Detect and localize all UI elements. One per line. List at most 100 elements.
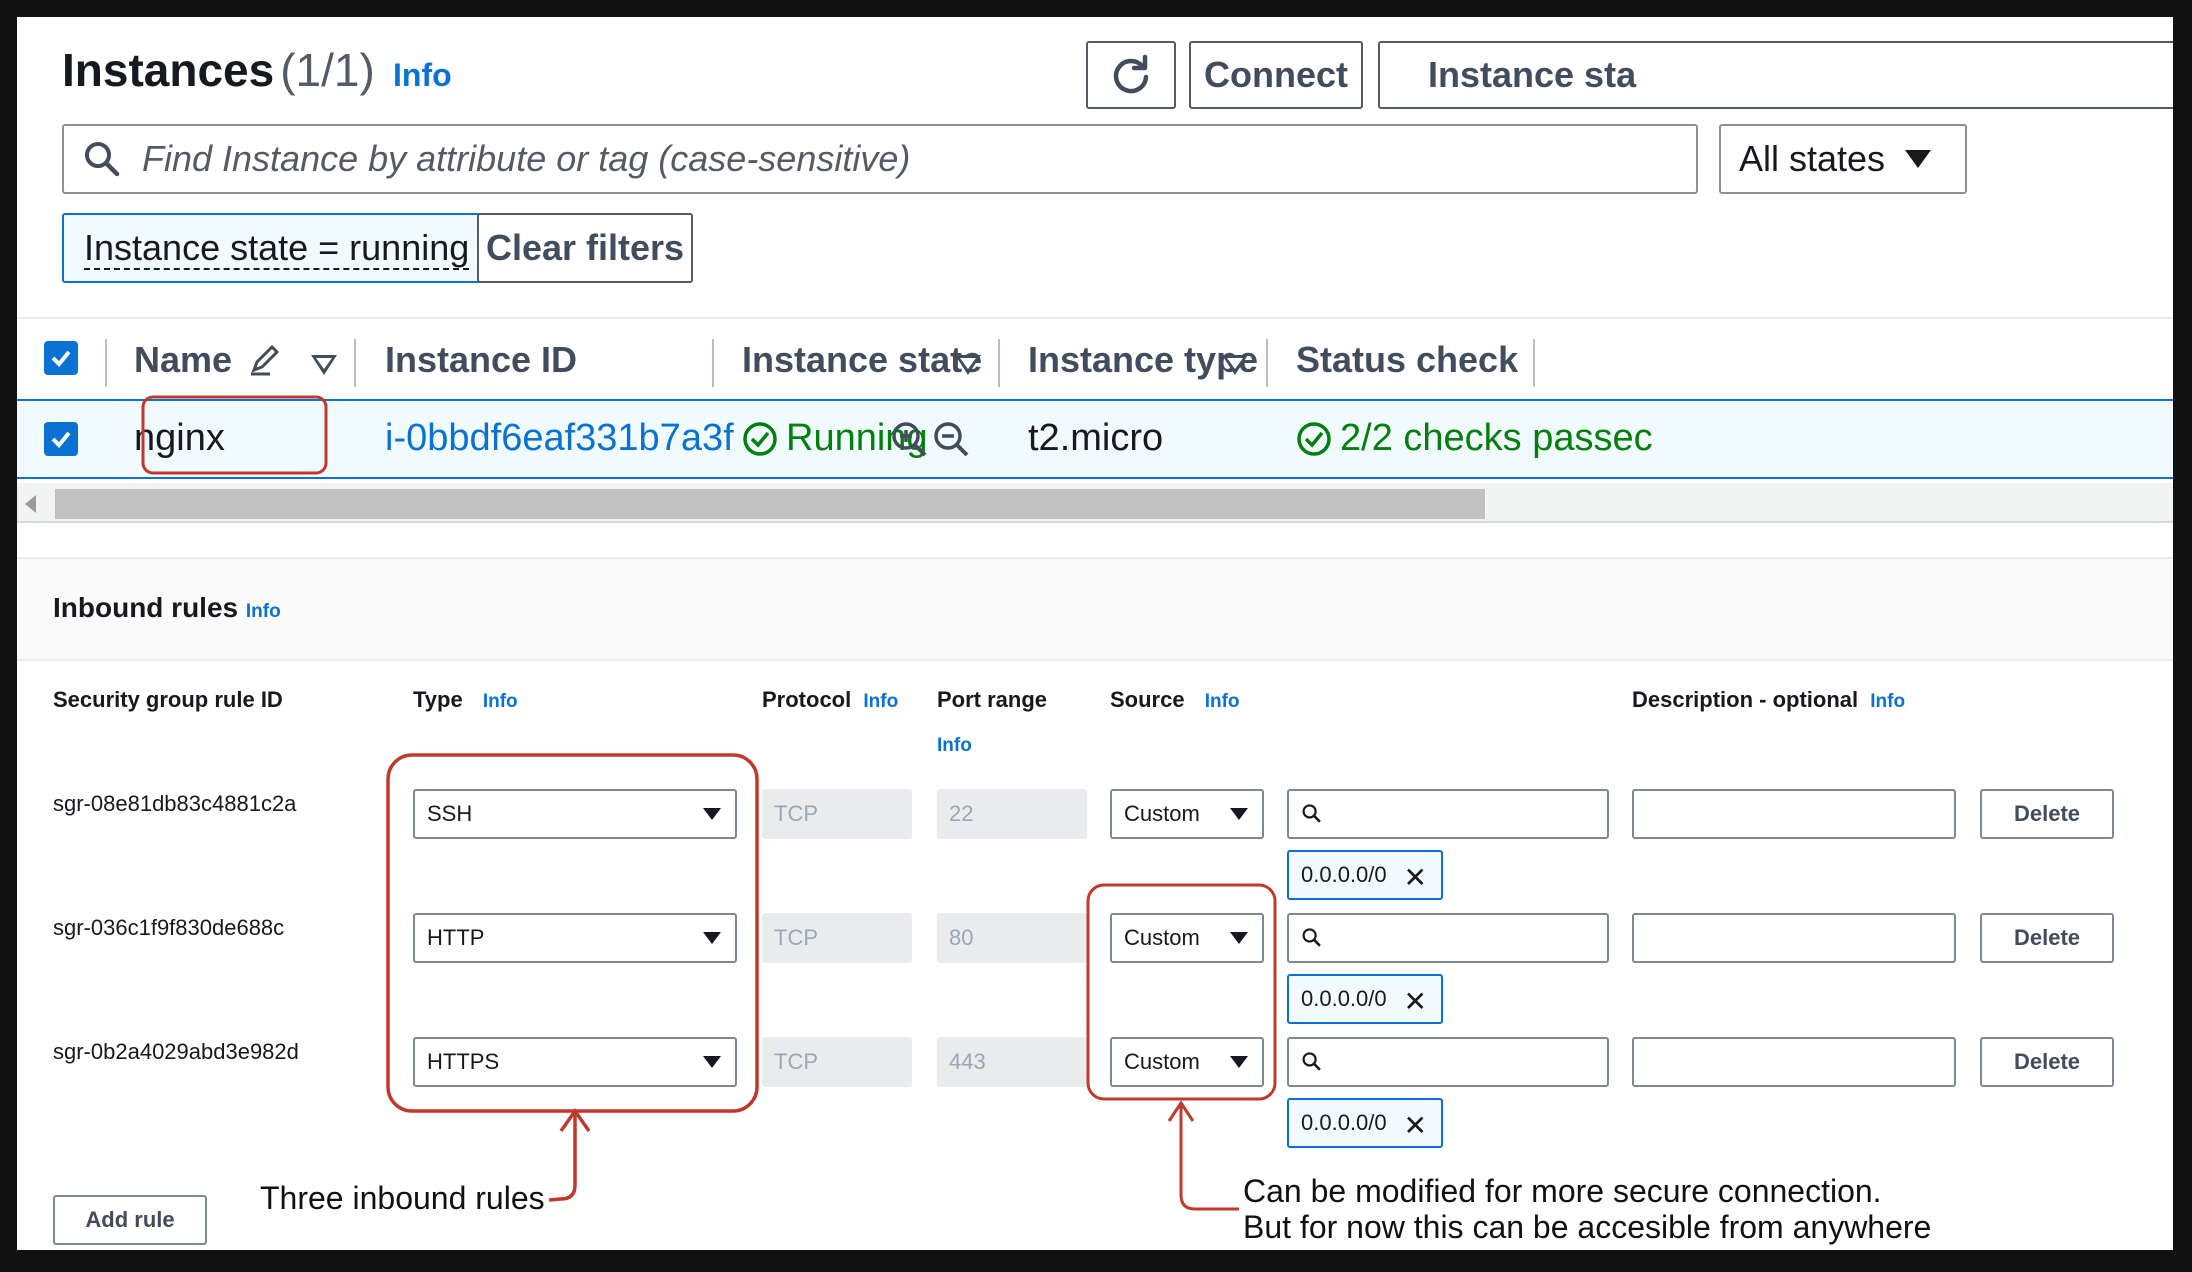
search-icon bbox=[1302, 1052, 1321, 1071]
states-label: All states bbox=[1739, 138, 1886, 179]
source-search-field[interactable] bbox=[1329, 800, 1607, 828]
table-row[interactable]: nginx i-0bbdf6eaf331b7a3f Running t2.mic… bbox=[17, 399, 2173, 479]
zoom-out-icon[interactable] bbox=[931, 419, 971, 459]
port-range-field: 22 bbox=[937, 789, 1087, 839]
select-all-checkbox[interactable] bbox=[44, 341, 78, 375]
column-divider bbox=[354, 339, 356, 387]
rule-id: sgr-0b2a4029abd3e982d bbox=[53, 1039, 299, 1064]
checkmark-icon bbox=[51, 431, 71, 448]
sort-icon[interactable] bbox=[955, 355, 981, 375]
filter-token-label: Instance state = running bbox=[84, 227, 470, 268]
column-header-rule-id: Security group rule ID bbox=[53, 687, 283, 712]
instance-state-button[interactable]: Instance sta bbox=[1378, 41, 2173, 109]
add-rule-button[interactable]: Add rule bbox=[53, 1195, 207, 1245]
column-header-port-range: Port range bbox=[937, 687, 1048, 712]
refresh-icon bbox=[1113, 54, 1149, 94]
inbound-rules-title: Inbound rules Info bbox=[53, 592, 281, 623]
search-icon bbox=[85, 142, 120, 177]
caret-down-icon bbox=[703, 932, 721, 944]
annotation-rules-note: Three inbound rules bbox=[260, 1180, 545, 1216]
table-header: Name Instance ID Instance state Instance… bbox=[17, 317, 2173, 399]
source-search-field[interactable] bbox=[1329, 1048, 1607, 1076]
row-checkbox[interactable] bbox=[44, 422, 78, 456]
cidr-token: 0.0.0.0/0 ✕ bbox=[1287, 1098, 1443, 1148]
page-title: Instances (1/1) bbox=[62, 44, 375, 96]
source-select[interactable]: Custom bbox=[1110, 913, 1264, 963]
sort-icon[interactable] bbox=[311, 355, 337, 375]
connect-button[interactable]: Connect bbox=[1189, 41, 1363, 109]
protocol-field: TCP bbox=[762, 789, 912, 839]
type-select[interactable]: SSH bbox=[413, 789, 737, 839]
column-header-status-check[interactable]: Status check bbox=[1296, 339, 1518, 381]
description-input[interactable] bbox=[1632, 1037, 1956, 1087]
close-icon[interactable]: ✕ bbox=[1404, 985, 1427, 1018]
info-link[interactable]: Info bbox=[863, 691, 898, 712]
info-link[interactable]: Info bbox=[1870, 691, 1905, 712]
sort-icon[interactable] bbox=[1222, 355, 1248, 375]
info-link[interactable]: Info bbox=[483, 691, 518, 712]
protocol-field: TCP bbox=[762, 913, 912, 963]
type-select[interactable]: HTTP bbox=[413, 913, 737, 963]
description-field[interactable] bbox=[1634, 800, 1954, 828]
instance-name: nginx bbox=[134, 417, 225, 459]
search-bar[interactable] bbox=[62, 124, 1698, 194]
column-header-description: Description - optional Info bbox=[1632, 687, 1906, 712]
column-header-source: Source Info bbox=[1110, 687, 1240, 712]
info-link[interactable]: Info bbox=[937, 735, 972, 757]
search-icon bbox=[1302, 804, 1321, 823]
inbound-rules-panel: Inbound rules Info Security group rule I… bbox=[17, 557, 2173, 1250]
delete-button[interactable]: Delete bbox=[1980, 913, 2114, 963]
annotation-source-note-1: Can be modified for more secure connecti… bbox=[1243, 1173, 1882, 1209]
caret-down-icon bbox=[703, 808, 721, 820]
close-icon[interactable]: ✕ bbox=[1404, 1109, 1427, 1142]
instance-count: (1/1) bbox=[280, 44, 375, 96]
column-header-instance-id[interactable]: Instance ID bbox=[385, 339, 577, 381]
annotation-source-note-2: But for now this can be accesible from a… bbox=[1243, 1209, 1932, 1245]
source-search-field[interactable] bbox=[1329, 924, 1607, 952]
description-input[interactable] bbox=[1632, 789, 1956, 839]
source-search-input[interactable] bbox=[1287, 1037, 1609, 1087]
protocol-field: TCP bbox=[762, 1037, 912, 1087]
info-link[interactable]: Info bbox=[393, 57, 452, 94]
zoom-in-icon[interactable] bbox=[889, 419, 929, 459]
search-input[interactable] bbox=[140, 137, 1644, 181]
search-icon bbox=[1302, 928, 1321, 947]
info-link[interactable]: Info bbox=[246, 601, 281, 622]
close-icon[interactable]: ✕ bbox=[1404, 861, 1427, 894]
refresh-button[interactable] bbox=[1086, 41, 1176, 109]
horizontal-scrollbar[interactable] bbox=[17, 483, 2173, 523]
delete-button[interactable]: Delete bbox=[1980, 789, 2114, 839]
info-link[interactable]: Info bbox=[1205, 691, 1240, 712]
description-field[interactable] bbox=[1634, 924, 1954, 952]
scrollbar-thumb[interactable] bbox=[55, 489, 1485, 519]
column-divider bbox=[1266, 339, 1268, 387]
instance-id-link[interactable]: i-0bbdf6eaf331b7a3f bbox=[385, 417, 734, 460]
column-divider bbox=[105, 339, 107, 387]
instance-type: t2.micro bbox=[1028, 417, 1164, 459]
caret-down-icon bbox=[1230, 1056, 1248, 1068]
status-check: 2/2 checks passec bbox=[1296, 417, 1653, 460]
source-select[interactable]: Custom bbox=[1110, 1037, 1264, 1087]
column-divider bbox=[998, 339, 1000, 387]
clear-filters-button[interactable]: Clear filters bbox=[477, 213, 693, 283]
edit-icon bbox=[251, 344, 280, 376]
states-dropdown[interactable]: All states bbox=[1719, 124, 1967, 194]
column-header-instance-state[interactable]: Instance state bbox=[742, 339, 982, 381]
rule-id: sgr-036c1f9f830de688c bbox=[53, 915, 285, 940]
column-header-type: Type Info bbox=[413, 687, 518, 712]
caret-down-icon bbox=[703, 1056, 721, 1068]
check-circle-icon bbox=[743, 421, 777, 456]
source-search-input[interactable] bbox=[1287, 913, 1609, 963]
type-select[interactable]: HTTPS bbox=[413, 1037, 737, 1087]
column-header-name[interactable]: Name bbox=[134, 339, 282, 381]
column-divider bbox=[712, 339, 714, 387]
source-search-input[interactable] bbox=[1287, 789, 1609, 839]
scroll-left-icon[interactable] bbox=[25, 495, 36, 513]
description-input[interactable] bbox=[1632, 913, 1956, 963]
description-field[interactable] bbox=[1634, 1048, 1954, 1076]
caret-down-icon bbox=[1905, 150, 1932, 168]
source-select[interactable]: Custom bbox=[1110, 789, 1264, 839]
caret-down-icon bbox=[1230, 932, 1248, 944]
column-divider bbox=[1533, 339, 1535, 387]
delete-button[interactable]: Delete bbox=[1980, 1037, 2114, 1087]
